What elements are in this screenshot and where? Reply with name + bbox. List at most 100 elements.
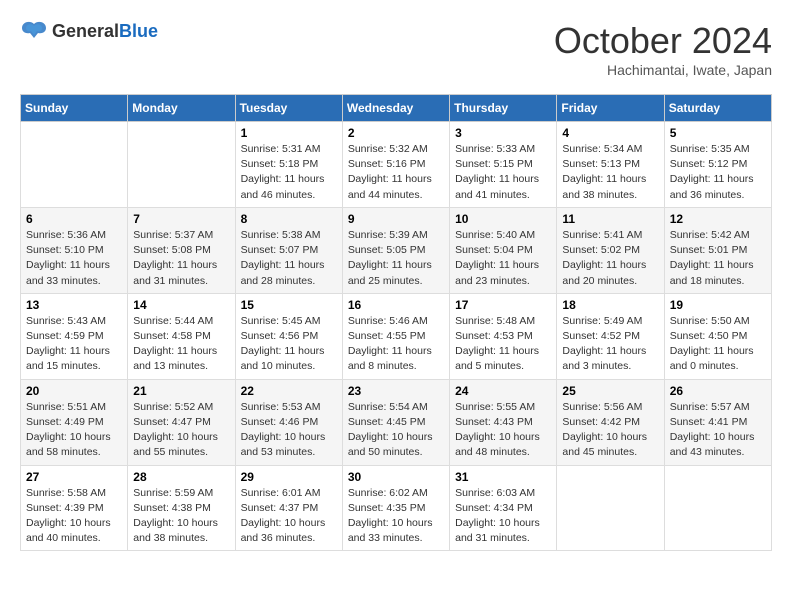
calendar-cell: 16Sunrise: 5:46 AMSunset: 4:55 PMDayligh… <box>342 293 449 379</box>
sunrise-text: Sunrise: 5:40 AM <box>455 228 551 243</box>
sunrise-text: Sunrise: 5:52 AM <box>133 400 229 415</box>
sunset-text: Sunset: 5:18 PM <box>241 157 337 172</box>
sunrise-text: Sunrise: 5:44 AM <box>133 314 229 329</box>
day-number: 28 <box>133 470 229 484</box>
sunset-text: Sunset: 4:41 PM <box>670 415 766 430</box>
calendar-cell <box>664 465 771 551</box>
sunset-text: Sunset: 4:46 PM <box>241 415 337 430</box>
day-info: Sunrise: 5:34 AMSunset: 5:13 PMDaylight:… <box>562 142 658 203</box>
day-info: Sunrise: 6:02 AMSunset: 4:35 PMDaylight:… <box>348 486 444 547</box>
calendar-cell: 30 Sunrise: 6:02 AMSunset: 4:35 PMDayligh… <box>342 465 449 551</box>
sunrise-text: Sunrise: 5:31 AM <box>241 142 337 157</box>
sunset-text: Sunset: 4:42 PM <box>562 415 658 430</box>
daylight-text: Daylight: 10 hours and 50 minutes. <box>348 430 444 460</box>
day-number: 26 <box>670 384 766 398</box>
location-subtitle: Hachimantai, Iwate, Japan <box>554 62 772 78</box>
day-number: 10 <box>455 212 551 226</box>
calendar-cell: 25Sunrise: 5:56 AMSunset: 4:42 PMDayligh… <box>557 379 664 465</box>
day-number: 8 <box>241 212 337 226</box>
daylight-text: Daylight: 10 hours and 31 minutes. <box>455 516 551 546</box>
weekday-header-wednesday: Wednesday <box>342 95 449 122</box>
weekday-header-sunday: Sunday <box>21 95 128 122</box>
logo: GeneralBlue <box>20 20 158 42</box>
daylight-text: Daylight: 11 hours and 5 minutes. <box>455 344 551 374</box>
day-info: Sunrise: 5:53 AMSunset: 4:46 PMDaylight:… <box>241 400 337 461</box>
daylight-text: Daylight: 10 hours and 43 minutes. <box>670 430 766 460</box>
sunrise-text: Sunrise: 5:51 AM <box>26 400 122 415</box>
weekday-header-friday: Friday <box>557 95 664 122</box>
sunset-text: Sunset: 4:59 PM <box>26 329 122 344</box>
day-info: Sunrise: 5:35 AMSunset: 5:12 PMDaylight:… <box>670 142 766 203</box>
day-info: Sunrise: 5:48 AMSunset: 4:53 PMDaylight:… <box>455 314 551 375</box>
day-number: 20 <box>26 384 122 398</box>
sunrise-text: Sunrise: 5:41 AM <box>562 228 658 243</box>
daylight-text: Daylight: 11 hours and 28 minutes. <box>241 258 337 288</box>
day-info: Sunrise: 5:44 AMSunset: 4:58 PMDaylight:… <box>133 314 229 375</box>
sunset-text: Sunset: 5:04 PM <box>455 243 551 258</box>
day-info: Sunrise: 5:52 AMSunset: 4:47 PMDaylight:… <box>133 400 229 461</box>
daylight-text: Daylight: 11 hours and 3 minutes. <box>562 344 658 374</box>
calendar-cell: 15Sunrise: 5:45 AMSunset: 4:56 PMDayligh… <box>235 293 342 379</box>
daylight-text: Daylight: 10 hours and 53 minutes. <box>241 430 337 460</box>
calendar-cell: 28Sunrise: 5:59 AMSunset: 4:38 PMDayligh… <box>128 465 235 551</box>
sunset-text: Sunset: 4:55 PM <box>348 329 444 344</box>
sunset-text: Sunset: 4:39 PM <box>26 501 122 516</box>
sunset-text: Sunset: 4:56 PM <box>241 329 337 344</box>
daylight-text: Daylight: 10 hours and 55 minutes. <box>133 430 229 460</box>
calendar-cell: 12Sunrise: 5:42 AMSunset: 5:01 PMDayligh… <box>664 207 771 293</box>
sunset-text: Sunset: 4:35 PM <box>348 501 444 516</box>
calendar-cell <box>21 122 128 208</box>
daylight-text: Daylight: 11 hours and 33 minutes. <box>26 258 122 288</box>
daylight-text: Daylight: 10 hours and 40 minutes. <box>26 516 122 546</box>
daylight-text: Daylight: 11 hours and 15 minutes. <box>26 344 122 374</box>
sunset-text: Sunset: 4:53 PM <box>455 329 551 344</box>
daylight-text: Daylight: 11 hours and 31 minutes. <box>133 258 229 288</box>
day-info: Sunrise: 6:03 AMSunset: 4:34 PMDaylight:… <box>455 486 551 547</box>
sunrise-text: Sunrise: 5:42 AM <box>670 228 766 243</box>
day-number: 4 <box>562 126 658 140</box>
calendar-cell: 13Sunrise: 5:43 AMSunset: 4:59 PMDayligh… <box>21 293 128 379</box>
calendar-cell: 1Sunrise: 5:31 AMSunset: 5:18 PMDaylight… <box>235 122 342 208</box>
day-number: 16 <box>348 298 444 312</box>
calendar-cell: 27Sunrise: 5:58 AMSunset: 4:39 PMDayligh… <box>21 465 128 551</box>
calendar-cell: 21 Sunrise: 5:52 AMSunset: 4:47 PMDayligh… <box>128 379 235 465</box>
logo-bird-icon <box>20 20 48 42</box>
day-number: 7 <box>133 212 229 226</box>
calendar-cell <box>128 122 235 208</box>
daylight-text: Daylight: 11 hours and 46 minutes. <box>241 172 337 202</box>
calendar-cell: 29Sunrise: 6:01 AMSunset: 4:37 PMDayligh… <box>235 465 342 551</box>
day-number: 21 <box>133 384 229 398</box>
sunset-text: Sunset: 4:49 PM <box>26 415 122 430</box>
sunrise-text: Sunrise: 5:56 AM <box>562 400 658 415</box>
sunrise-text: Sunrise: 5:58 AM <box>26 486 122 501</box>
calendar-cell: 26 Sunrise: 5:57 AMSunset: 4:41 PMDayligh… <box>664 379 771 465</box>
day-info: Sunrise: 5:36 AMSunset: 5:10 PMDaylight:… <box>26 228 122 289</box>
calendar-cell <box>557 465 664 551</box>
daylight-text: Daylight: 11 hours and 36 minutes. <box>670 172 766 202</box>
sunset-text: Sunset: 5:07 PM <box>241 243 337 258</box>
sunrise-text: Sunrise: 5:54 AM <box>348 400 444 415</box>
day-info: Sunrise: 5:43 AMSunset: 4:59 PMDaylight:… <box>26 314 122 375</box>
calendar-cell: 7Sunrise: 5:37 AMSunset: 5:08 PMDaylight… <box>128 207 235 293</box>
calendar-week-1: 1Sunrise: 5:31 AMSunset: 5:18 PMDaylight… <box>21 122 772 208</box>
daylight-text: Daylight: 11 hours and 25 minutes. <box>348 258 444 288</box>
daylight-text: Daylight: 11 hours and 20 minutes. <box>562 258 658 288</box>
sunset-text: Sunset: 4:47 PM <box>133 415 229 430</box>
sunset-text: Sunset: 4:58 PM <box>133 329 229 344</box>
sunset-text: Sunset: 4:52 PM <box>562 329 658 344</box>
weekday-header-thursday: Thursday <box>450 95 557 122</box>
sunrise-text: Sunrise: 5:57 AM <box>670 400 766 415</box>
sunset-text: Sunset: 5:10 PM <box>26 243 122 258</box>
sunrise-text: Sunrise: 5:55 AM <box>455 400 551 415</box>
calendar-cell: 6 Sunrise: 5:36 AMSunset: 5:10 PMDaylight… <box>21 207 128 293</box>
calendar-cell: 10Sunrise: 5:40 AMSunset: 5:04 PMDayligh… <box>450 207 557 293</box>
day-info: Sunrise: 5:38 AMSunset: 5:07 PMDaylight:… <box>241 228 337 289</box>
sunrise-text: Sunrise: 6:01 AM <box>241 486 337 501</box>
calendar-week-2: 6 Sunrise: 5:36 AMSunset: 5:10 PMDaylight… <box>21 207 772 293</box>
day-number: 30 <box>348 470 444 484</box>
daylight-text: Daylight: 11 hours and 44 minutes. <box>348 172 444 202</box>
day-info: Sunrise: 5:56 AMSunset: 4:42 PMDaylight:… <box>562 400 658 461</box>
day-number: 6 <box>26 212 122 226</box>
calendar-cell: 9Sunrise: 5:39 AMSunset: 5:05 PMDaylight… <box>342 207 449 293</box>
sunrise-text: Sunrise: 6:02 AM <box>348 486 444 501</box>
